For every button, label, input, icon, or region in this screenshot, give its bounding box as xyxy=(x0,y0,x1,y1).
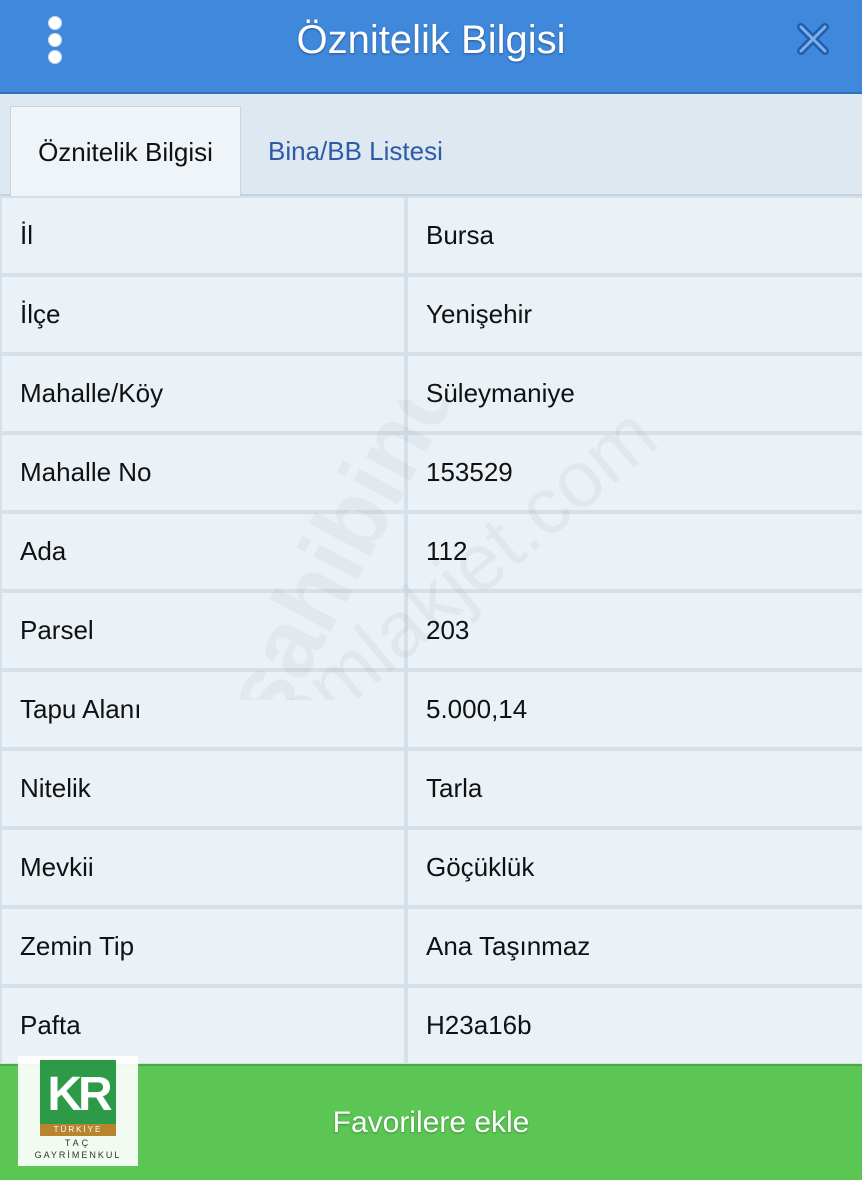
row-value: Yenişehir xyxy=(408,277,862,352)
row-label: Tapu Alanı xyxy=(2,672,404,747)
table-row: İl Bursa xyxy=(0,196,862,275)
row-label: Pafta xyxy=(2,988,404,1063)
table-row: Pafta H23a16b xyxy=(0,986,862,1065)
kr-logo-icon: KR xyxy=(47,1068,116,1121)
header-bar: Öznitelik Bilgisi xyxy=(0,0,862,94)
logo-mark: KR xyxy=(40,1060,116,1124)
row-value: Bursa xyxy=(408,198,862,273)
logo-name-line2: GAYRİMENKUL xyxy=(34,1150,122,1160)
row-value: Ana Taşınmaz xyxy=(408,909,862,984)
attribute-info-screen: Öznitelik Bilgisi Öznitelik Bilgisi Bina… xyxy=(0,0,862,1180)
row-label: Zemin Tip xyxy=(2,909,404,984)
agency-logo: KR TÜRKİYE TAÇ GAYRİMENKUL xyxy=(18,1056,138,1166)
row-value: Süleymaniye xyxy=(408,356,862,431)
table-row: İlçe Yenişehir xyxy=(0,275,862,354)
table-row: Mahalle/Köy Süleymaniye xyxy=(0,354,862,433)
logo-country: TÜRKİYE xyxy=(40,1124,116,1136)
table-row: Mahalle No 153529 xyxy=(0,433,862,512)
tab-bar: Öznitelik Bilgisi Bina/BB Listesi xyxy=(0,94,862,196)
logo-name-line1: TAÇ xyxy=(64,1138,92,1148)
row-value: H23a16b xyxy=(408,988,862,1063)
row-value: 112 xyxy=(408,514,862,589)
row-label: Ada xyxy=(2,514,404,589)
table-row: Mevkii Göçüklük xyxy=(0,828,862,907)
row-label: Parsel xyxy=(2,593,404,668)
row-label: Mevkii xyxy=(2,830,404,905)
row-label: İlçe xyxy=(2,277,404,352)
close-icon xyxy=(797,23,829,55)
logo-mark-text: KR xyxy=(47,1068,112,1121)
row-label: Nitelik xyxy=(2,751,404,826)
row-value: 5.000,14 xyxy=(408,672,862,747)
row-value: Tarla xyxy=(408,751,862,826)
table-row: Zemin Tip Ana Taşınmaz xyxy=(0,907,862,986)
table-row: Nitelik Tarla xyxy=(0,749,862,828)
row-label: Mahalle/Köy xyxy=(2,356,404,431)
table-row: Parsel 203 xyxy=(0,591,862,670)
close-button[interactable] xyxy=(796,22,830,56)
row-value: 203 xyxy=(408,593,862,668)
tab-building-list[interactable]: Bina/BB Listesi xyxy=(268,106,528,196)
table-row: Tapu Alanı 5.000,14 xyxy=(0,670,862,749)
tab-attribute-info[interactable]: Öznitelik Bilgisi xyxy=(10,106,241,196)
row-label: İl xyxy=(2,198,404,273)
row-value: Göçüklük xyxy=(408,830,862,905)
row-value: 153529 xyxy=(408,435,862,510)
attribute-table: İl Bursa İlçe Yenişehir Mahalle/Köy Süle… xyxy=(0,196,862,1064)
row-label: Mahalle No xyxy=(2,435,404,510)
page-title: Öznitelik Bilgisi xyxy=(296,18,566,62)
table-row: Ada 112 xyxy=(0,512,862,591)
